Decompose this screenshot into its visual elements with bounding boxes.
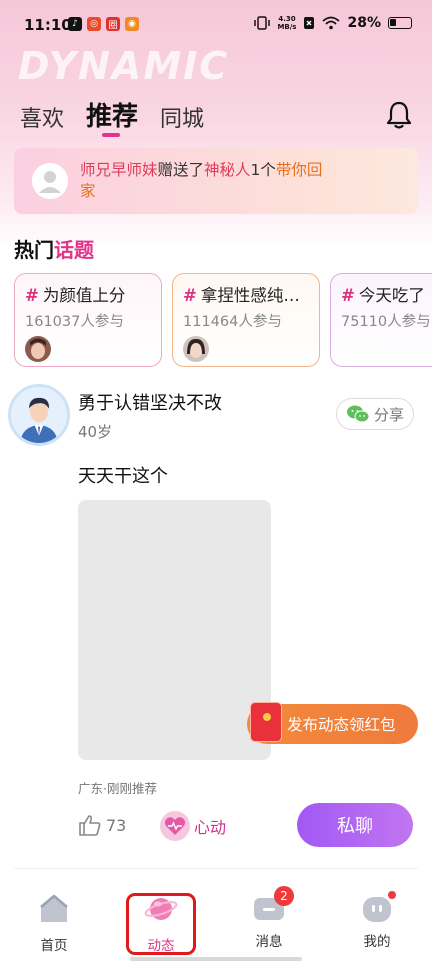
dynamic-watermark: DYNAMIC	[18, 44, 230, 88]
topic-count: 111464人参与	[183, 314, 282, 330]
wechat-icon	[346, 405, 370, 423]
bell-icon[interactable]	[384, 100, 414, 130]
topic-name: # 为颜值上分	[25, 286, 126, 305]
battery-percent: 28%	[347, 15, 381, 31]
thumbs-up-icon	[79, 815, 101, 836]
publish-redpacket-button[interactable]: 发布动态领红包	[247, 702, 418, 744]
net-speed: 4.30 MB/s	[277, 15, 297, 31]
post-location-meta: 广东·刚刚推荐	[78, 781, 157, 796]
battery-icon	[388, 17, 412, 29]
home-icon	[40, 894, 68, 922]
tiktok-icon: ♪	[68, 17, 82, 31]
topic-card[interactable]: # 为颜值上分 161037人参与	[14, 273, 162, 367]
tab-like[interactable]: 喜欢	[20, 101, 64, 133]
feed-tabs: 喜欢 推荐 同城	[20, 96, 204, 133]
gift-message: 师兄早师妹赠送了神秘人1个带你回家	[80, 161, 323, 200]
profile-icon	[363, 897, 391, 922]
status-time: 11:10	[24, 16, 72, 34]
red-envelope-icon	[250, 702, 282, 742]
gift-sender-name: 师兄早师妹	[80, 161, 158, 179]
heartbeat-label: 心动	[194, 818, 227, 837]
app-notification-icon-2: 圈	[106, 17, 120, 31]
vibrate-icon	[254, 16, 271, 30]
app-notification-icon-3: ◉	[125, 17, 139, 31]
divider	[14, 868, 418, 869]
post-author-name[interactable]: 勇于认错坚决不改	[78, 389, 222, 415]
hot-topics-title: 热门话题	[14, 238, 94, 262]
app-notification-icon: ◎	[87, 17, 101, 31]
topic-count: 161037人参与	[25, 314, 124, 330]
tab-same-city[interactable]: 同城	[160, 101, 204, 133]
status-notification-icons: ♪ ◎ 圈 ◉	[68, 17, 139, 31]
default-avatar-icon	[32, 163, 68, 199]
message-icon-wrap: 2	[252, 886, 294, 924]
private-chat-button[interactable]: 私聊	[297, 803, 413, 847]
status-bar: 11:10 ♪ ◎ 圈 ◉ 4.30 MB/s 28%	[0, 0, 432, 50]
topic-user-avatar	[183, 336, 209, 362]
post-author-avatar[interactable]	[8, 384, 70, 446]
nav-item-mine[interactable]: 我的	[337, 891, 417, 950]
gift-banner[interactable]: 师兄早师妹赠送了神秘人1个带你回家	[14, 148, 418, 214]
no-sim-icon	[304, 17, 315, 29]
heartbeat-button[interactable]: 心动	[160, 811, 226, 841]
nav-item-messages[interactable]: 2 消息	[229, 886, 309, 950]
profile-icon-wrap	[360, 891, 396, 924]
share-button[interactable]: 分享	[336, 398, 414, 430]
heart-icon	[160, 811, 190, 841]
gift-sender-avatar	[32, 163, 68, 199]
post-image[interactable]	[78, 500, 271, 760]
gift-receiver-name: 神秘人	[204, 161, 251, 179]
bottom-nav: 首页 动态 2 消息 我的	[0, 880, 432, 964]
tab-recommend[interactable]: 推荐	[86, 96, 138, 133]
topic-card[interactable]: # 今天吃了 75110人参与	[330, 273, 432, 367]
topic-card[interactable]: # 拿捏性感纯欲风 111464人参与	[172, 273, 320, 367]
topic-user-avatar	[25, 336, 51, 362]
status-right: 4.30 MB/s 28%	[254, 15, 412, 31]
highlight-box	[126, 893, 196, 955]
topic-count: 75110人参与	[341, 314, 431, 330]
like-count: 73	[106, 815, 127, 835]
nav-item-home[interactable]: 首页	[14, 894, 94, 954]
profile-red-dot	[388, 891, 396, 899]
like-button[interactable]: 73	[78, 814, 126, 836]
publish-redpacket-label: 发布动态领红包	[287, 716, 396, 734]
share-label: 分享	[373, 405, 404, 424]
message-badge: 2	[274, 886, 294, 906]
post-text: 天天干这个	[78, 466, 168, 487]
home-indicator	[130, 957, 302, 961]
topic-name: # 今天吃了	[341, 286, 425, 305]
active-tab-indicator	[102, 133, 120, 137]
post-author-age: 40岁	[78, 423, 113, 441]
wifi-icon	[322, 16, 341, 30]
topic-name: # 拿捏性感纯欲风	[183, 286, 309, 305]
